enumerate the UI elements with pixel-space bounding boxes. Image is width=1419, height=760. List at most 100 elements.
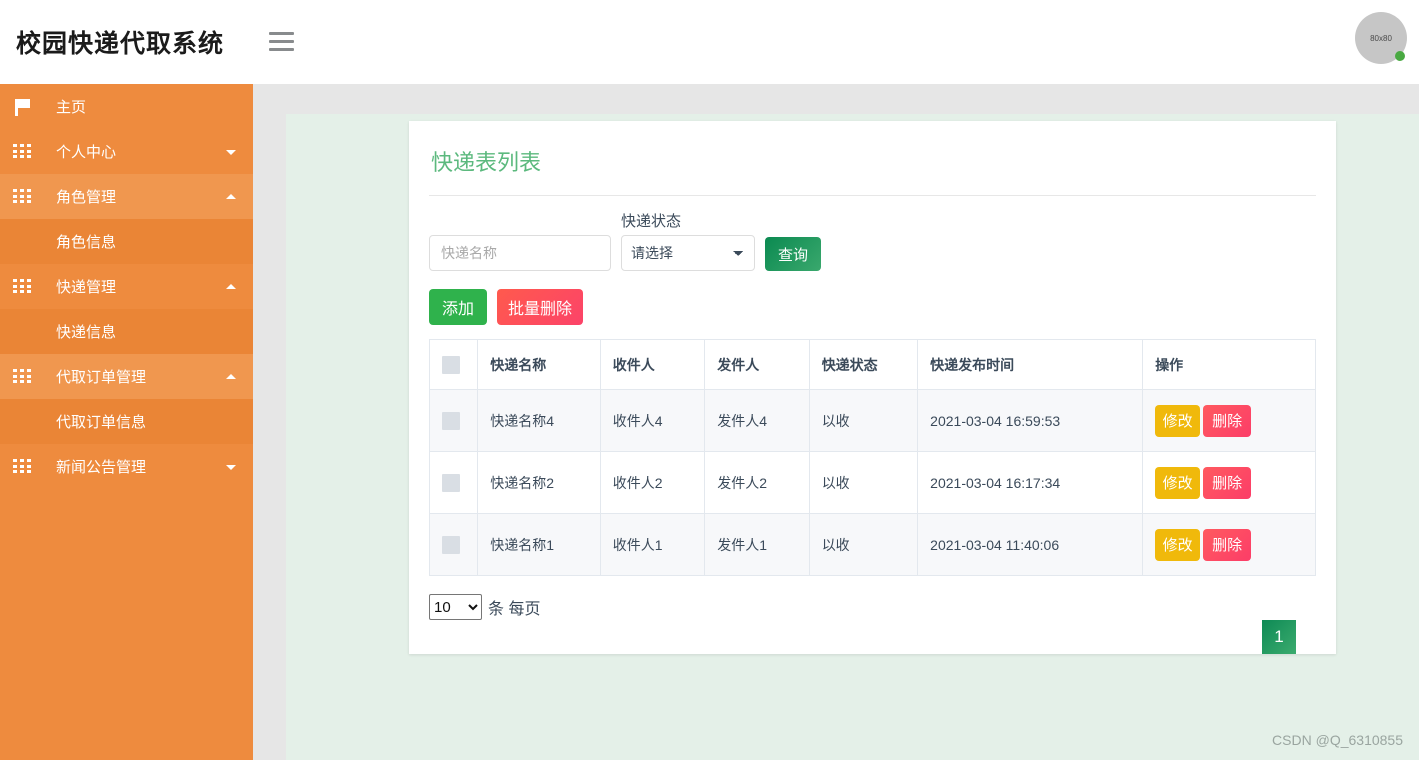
hamburger-icon[interactable] bbox=[269, 32, 294, 51]
title-divider bbox=[429, 195, 1316, 196]
chevron-down-icon bbox=[226, 464, 236, 470]
cell-sender: 发件人2 bbox=[704, 451, 810, 514]
status-field-label: 快递状态 bbox=[621, 213, 682, 230]
table-header-cell: 快递发布时间 bbox=[917, 339, 1144, 390]
sidebar-item-2[interactable]: 角色管理 bbox=[0, 174, 253, 219]
sidebar-item-label: 主页 bbox=[56, 99, 87, 116]
table-header-cell: 快递名称 bbox=[477, 339, 601, 390]
avatar[interactable]: 80x80 bbox=[1355, 12, 1407, 64]
action-bar: 添加 批量删除 bbox=[429, 289, 1336, 325]
row-checkbox[interactable] bbox=[442, 411, 460, 430]
sidebar-item-label: 快递管理 bbox=[56, 279, 117, 296]
sidebar-item-0[interactable]: 主页 bbox=[0, 84, 253, 129]
chevron-up-icon bbox=[226, 193, 236, 199]
cell-name: 快递名称2 bbox=[477, 451, 601, 514]
row-select-cell bbox=[428, 513, 479, 576]
edit-button[interactable]: 修改 bbox=[1155, 404, 1201, 437]
table-row: 快递名称4 收件人4 发件人4 以收 2021-03-04 16:59:53 修改 删除 bbox=[428, 389, 1316, 452]
watermark: CSDN @Q_6310855 bbox=[1272, 732, 1403, 748]
search-input[interactable] bbox=[429, 235, 611, 271]
row-actions-cell: 修改 删除 bbox=[1142, 513, 1316, 576]
cell-status: 以收 bbox=[808, 451, 919, 514]
sidebar-item-3[interactable]: 角色信息 bbox=[0, 219, 253, 264]
sidebar-item-label: 代取订单管理 bbox=[56, 369, 147, 386]
sidebar-item-label: 快递信息 bbox=[56, 324, 117, 341]
table-header-row: 快递名称 收件人 发件人 快递状态 快递发布时间 操作 bbox=[428, 339, 1316, 390]
cell-time: 2021-03-04 16:17:34 bbox=[917, 451, 1144, 514]
row-checkbox[interactable] bbox=[442, 535, 460, 554]
grid-icon bbox=[13, 369, 33, 384]
cell-sender: 发件人1 bbox=[704, 513, 810, 576]
name-field-wrap bbox=[429, 210, 611, 271]
per-page-label: 条 每页 bbox=[488, 601, 541, 618]
top-header: 校园快递代取系统 80x80 bbox=[0, 0, 1419, 84]
table-row: 快递名称2 收件人2 发件人2 以收 2021-03-04 16:17:34 修改 删除 bbox=[428, 451, 1316, 514]
grid-icon bbox=[13, 459, 33, 474]
row-actions-cell: 修改 删除 bbox=[1142, 389, 1316, 452]
select-all-checkbox[interactable] bbox=[442, 355, 460, 374]
row-select-cell bbox=[428, 451, 479, 514]
grid-icon bbox=[13, 189, 33, 204]
card-title: 快递表列表 bbox=[431, 150, 542, 175]
cell-status: 以收 bbox=[808, 389, 919, 452]
table-row: 快递名称1 收件人1 发件人1 以收 2021-03-04 11:40:06 修改 删除 bbox=[428, 513, 1316, 576]
page-button-1[interactable]: 1 bbox=[1262, 620, 1296, 654]
delete-button[interactable]: 删除 bbox=[1203, 528, 1252, 561]
row-select-cell bbox=[428, 389, 479, 452]
chevron-up-icon bbox=[226, 373, 236, 379]
table-header-cell: 快递状态 bbox=[808, 339, 919, 390]
table-header-cell: 发件人 bbox=[704, 339, 810, 390]
cell-sender: 发件人4 bbox=[704, 389, 810, 452]
query-button[interactable]: 查询 bbox=[765, 237, 821, 271]
edit-button[interactable]: 修改 bbox=[1155, 466, 1201, 499]
sidebar-item-label: 新闻公告管理 bbox=[56, 459, 147, 476]
add-button[interactable]: 添加 bbox=[429, 289, 487, 325]
cell-receiver: 收件人4 bbox=[599, 389, 706, 452]
grid-icon bbox=[13, 279, 33, 294]
delete-button[interactable]: 删除 bbox=[1203, 404, 1252, 437]
row-checkbox[interactable] bbox=[442, 473, 460, 492]
delivery-list-card: 快递表列表 快递状态 请选择 查询 添加 bbox=[409, 121, 1336, 654]
table-header-cell: 收件人 bbox=[599, 339, 706, 390]
table-header-cell: 操作 bbox=[1142, 339, 1316, 390]
sidebar-item-label: 角色管理 bbox=[56, 189, 117, 206]
chevron-down-icon bbox=[226, 149, 236, 155]
status-field-wrap: 快递状态 请选择 bbox=[621, 210, 755, 271]
cell-name: 快递名称1 bbox=[477, 513, 601, 576]
chevron-up-icon bbox=[226, 283, 236, 289]
cell-receiver: 收件人2 bbox=[599, 451, 706, 514]
page-size-select[interactable]: 10 bbox=[429, 594, 482, 620]
table-header-select-all bbox=[428, 339, 479, 390]
edit-button[interactable]: 修改 bbox=[1155, 528, 1201, 561]
sidebar-item-6[interactable]: 代取订单管理 bbox=[0, 354, 253, 399]
delete-button[interactable]: 删除 bbox=[1203, 466, 1252, 499]
cell-status: 以收 bbox=[808, 513, 919, 576]
cell-time: 2021-03-04 11:40:06 bbox=[917, 513, 1144, 576]
flag-icon bbox=[13, 97, 33, 117]
table-body: 快递名称4 收件人4 发件人4 以收 2021-03-04 16:59:53 修改 删除 快递… bbox=[428, 389, 1316, 576]
cell-time: 2021-03-04 16:59:53 bbox=[917, 389, 1144, 452]
sidebar-item-7[interactable]: 代取订单信息 bbox=[0, 399, 253, 444]
table-head: 快递名称 收件人 发件人 快递状态 快递发布时间 操作 bbox=[428, 339, 1316, 390]
row-actions-cell: 修改 删除 bbox=[1142, 451, 1316, 514]
pagination: 10 条 每页 1 bbox=[429, 594, 1336, 654]
sidebar-item-label: 角色信息 bbox=[56, 234, 117, 251]
content-gutter: 快递表列表 快递状态 请选择 查询 添加 bbox=[253, 84, 1419, 760]
sidebar-item-label: 代取订单信息 bbox=[56, 414, 147, 431]
status-select[interactable]: 请选择 bbox=[621, 235, 755, 271]
app-root: 校园快递代取系统 80x80 主页个人中心角色管理角色信息快递管理快递信息代取订… bbox=[0, 0, 1419, 760]
sidebar-item-5[interactable]: 快递信息 bbox=[0, 309, 253, 354]
batch-delete-button[interactable]: 批量删除 bbox=[497, 289, 583, 325]
sidebar-item-8[interactable]: 新闻公告管理 bbox=[0, 444, 253, 489]
content-area: 快递表列表 快递状态 请选择 查询 添加 bbox=[286, 114, 1419, 760]
online-status-dot bbox=[1395, 51, 1405, 61]
sidebar-item-label: 个人中心 bbox=[56, 144, 117, 161]
sidebar: 主页个人中心角色管理角色信息快递管理快递信息代取订单管理 代取订单信息 新闻公告管理 bbox=[0, 84, 253, 760]
sidebar-item-1[interactable]: 个人中心 bbox=[0, 129, 253, 174]
page-title: 校园快递代取系统 bbox=[16, 30, 225, 58]
search-form: 快递状态 请选择 查询 bbox=[429, 210, 1336, 271]
sidebar-item-4[interactable]: 快递管理 bbox=[0, 264, 253, 309]
name-field-label bbox=[429, 210, 611, 230]
grid-icon bbox=[13, 144, 33, 159]
cell-name: 快递名称4 bbox=[477, 389, 601, 452]
